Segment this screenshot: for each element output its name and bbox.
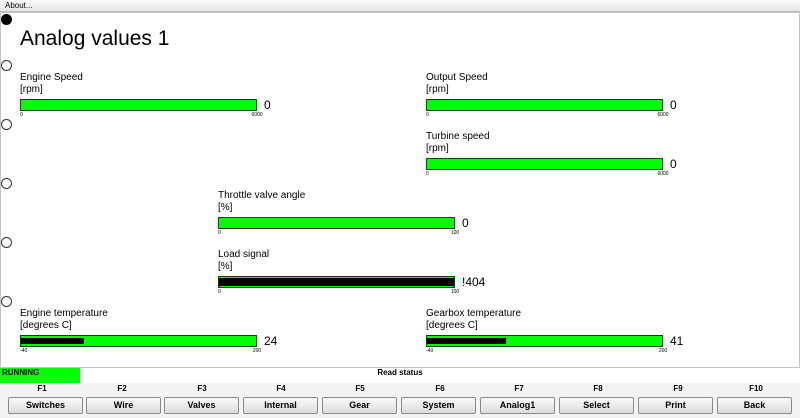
running-status-badge: RUNNING: [0, 368, 80, 383]
gauge-max: 6000: [657, 171, 669, 177]
gauge-min: 0: [218, 289, 221, 295]
fkey-label-f7: F7: [514, 384, 524, 393]
gauge-bar: [426, 158, 663, 170]
gauge-output-speed: Output Speed [rpm] 0 0 6000: [426, 72, 696, 118]
fkey-label-f8: F8: [593, 384, 603, 393]
gauge-unit: [degrees C]: [426, 320, 478, 331]
back-button[interactable]: Back: [717, 397, 792, 414]
gauge-value: 24: [264, 334, 278, 348]
gauge-load-signal: Load signal [%] !404 0 100: [218, 249, 488, 295]
gauge-unit: [rpm]: [426, 143, 449, 154]
internal-button[interactable]: Internal: [243, 397, 318, 414]
gauge-max: 100: [450, 289, 460, 295]
system-button[interactable]: System: [401, 397, 476, 414]
analog1-button[interactable]: Analog1: [480, 397, 555, 414]
gauge-value: 41: [670, 334, 684, 348]
fkey-label-f2: F2: [117, 384, 127, 393]
gauge-fill: [427, 338, 507, 344]
gauge-max: 6000: [657, 112, 669, 118]
gauge-value: !404: [462, 275, 486, 289]
gauge-engine-speed: Engine Speed [rpm] 0 0 6000: [20, 72, 290, 118]
fkey-label-f5: F5: [355, 384, 365, 393]
fkey-label-f4: F4: [276, 384, 286, 393]
gauge-bar: [426, 99, 663, 111]
menu-bar: About...: [0, 0, 800, 12]
select-button[interactable]: Select: [559, 397, 634, 414]
gauge-max: 200: [658, 348, 668, 354]
gauge-unit: [rpm]: [20, 84, 43, 95]
page-title: Analog values 1: [20, 27, 170, 50]
gauge-label: Engine temperature: [20, 308, 108, 319]
gauge-value: 0: [264, 98, 271, 112]
gear-button[interactable]: Gear: [322, 397, 397, 414]
gauge-label: Load signal: [218, 249, 270, 260]
main-panel: Analog values 1 Engine Speed [rpm] 0 0 6…: [0, 12, 800, 368]
gauge-bar: [218, 276, 455, 288]
read-status-label: Read status: [377, 368, 423, 377]
gauge-max: 6000: [251, 112, 263, 118]
fkey-label-f1: F1: [37, 384, 47, 393]
gauge-max: 100: [450, 230, 460, 236]
gauge-bar: [218, 217, 455, 229]
function-key-bar: F1 F2 F3 F4 F5 F6 F7 F8 F9 F10 Switches …: [0, 383, 800, 418]
gauge-gearbox-temperature: Gearbox temperature [degrees C] 41 -40 2…: [426, 308, 696, 354]
gauge-throttle-valve-angle: Throttle valve angle [%] 0 0 100: [218, 190, 488, 236]
page-radio-2[interactable]: [1, 60, 12, 71]
gauge-unit: [%]: [218, 261, 233, 272]
about-menu-item[interactable]: About...: [3, 0, 35, 12]
gauge-unit: [rpm]: [426, 84, 449, 95]
gauge-fill: [219, 278, 454, 286]
gauge-unit: [degrees C]: [20, 320, 72, 331]
gauge-min: -40: [20, 348, 28, 354]
gauge-bar: [20, 335, 257, 347]
fkey-label-f6: F6: [435, 384, 445, 393]
fkey-label-f3: F3: [197, 384, 207, 393]
fkey-label-f10: F10: [749, 384, 763, 393]
fkey-label-f9: F9: [673, 384, 683, 393]
gauge-unit: [%]: [218, 202, 233, 213]
gauge-fill: [21, 338, 84, 344]
gauge-max: 200: [252, 348, 262, 354]
gauge-value: 0: [670, 157, 677, 171]
gauge-value: 0: [462, 216, 469, 230]
status-bar: RUNNING Read status: [0, 368, 800, 383]
gauge-label: Turbine speed: [426, 131, 490, 142]
page-radio-1[interactable]: [1, 14, 12, 25]
gauge-engine-temperature: Engine temperature [degrees C] 24 -40 20…: [20, 308, 290, 354]
gauge-bar: [20, 99, 257, 111]
gauge-min: 0: [20, 112, 23, 118]
gauge-min: 0: [218, 230, 221, 236]
print-button[interactable]: Print: [638, 397, 713, 414]
switches-button[interactable]: Switches: [8, 397, 83, 414]
page-radio-3[interactable]: [1, 119, 12, 130]
page-radio-4[interactable]: [1, 178, 12, 189]
gauge-turbine-speed: Turbine speed [rpm] 0 0 6000: [426, 131, 696, 177]
gauge-min: -40: [426, 348, 434, 354]
gauge-min: 0: [426, 112, 429, 118]
gauge-label: Output Speed: [426, 72, 488, 83]
gauge-label: Engine Speed: [20, 72, 83, 83]
page-radio-5[interactable]: [1, 237, 12, 248]
page-radio-6[interactable]: [1, 296, 12, 307]
gauge-value: 0: [670, 98, 677, 112]
gauge-min: 0: [426, 171, 429, 177]
gauge-bar: [426, 335, 663, 347]
gauge-label: Gearbox temperature: [426, 308, 522, 319]
wire-button[interactable]: Wire: [86, 397, 161, 414]
valves-button[interactable]: Valves: [164, 397, 239, 414]
gauge-label: Throttle valve angle: [218, 190, 306, 201]
